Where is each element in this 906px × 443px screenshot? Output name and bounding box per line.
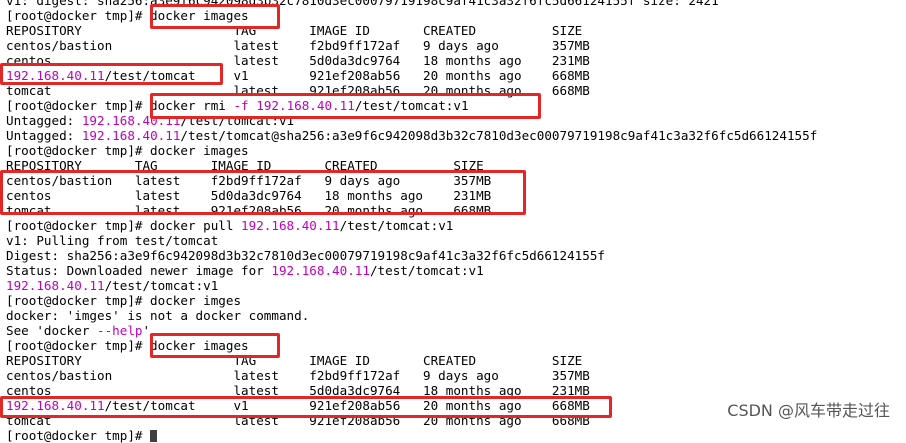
terminal-line: [root@docker tmp]# — [6, 428, 904, 443]
terminal-line: centos/bastion latest f2bd9ff172af 9 day… — [6, 368, 590, 383]
terminal-line: centos latest 5d0da3dc9764 18 months ago… — [6, 53, 590, 68]
terminal-line: docker: 'imges' is not a docker command. — [6, 308, 310, 323]
terminal-line: centos/bastion latest f2bd9ff172af 9 day… — [6, 173, 492, 188]
terminal-line: Status: Downloaded newer image for 192.1… — [6, 263, 484, 278]
terminal-line: v1: Pulling from test/tomcat — [6, 233, 219, 248]
terminal-line: See 'docker --help' — [6, 323, 151, 338]
terminal-line: REPOSITORY TAG IMAGE ID CREATED SIZE — [6, 158, 484, 173]
terminal-line: [root@docker tmp]# docker imges — [6, 293, 242, 308]
terminal-line: [root@docker tmp]# docker images — [6, 8, 249, 23]
terminal-line: Untagged: 192.168.40.11/test/tomcat:v1 — [6, 113, 295, 128]
terminal-line: [root@docker tmp]# docker rmi -f 192.168… — [6, 98, 469, 113]
terminal-line: centos/bastion latest f2bd9ff172af 9 day… — [6, 38, 590, 53]
terminal-line: Digest: sha256:a3e9f6c942098d3b32c7810d3… — [6, 248, 605, 263]
terminal-line: tomcat latest 921ef208ab56 20 months ago… — [6, 83, 590, 98]
terminal-line: REPOSITORY TAG IMAGE ID CREATED SIZE — [6, 353, 583, 368]
watermark: CSDN @风车带走过往 — [727, 401, 890, 420]
terminal-line: REPOSITORY TAG IMAGE ID CREATED SIZE — [6, 23, 583, 38]
terminal-line: v1: digest: sha256:a3e9f6c942098d3b32c78… — [6, 0, 719, 8]
terminal-line: 192.168.40.11/test/tomcat:v1 — [6, 278, 219, 293]
terminal-output[interactable]: v1: digest: sha256:a3e9f6c942098d3b32c78… — [6, 0, 904, 443]
terminal-line: Untagged: 192.168.40.11/test/tomcat@sha2… — [6, 128, 818, 143]
cursor-icon — [150, 430, 158, 442]
terminal-line: [root@docker tmp]# docker pull 192.168.4… — [6, 218, 454, 233]
terminal-line: [root@docker tmp]# docker images — [6, 143, 249, 158]
terminal-line: centos latest 5d0da3dc9764 18 months ago… — [6, 188, 492, 203]
terminal-line: 192.168.40.11/test/tomcat v1 921ef208ab5… — [6, 68, 590, 83]
terminal-line: centos latest 5d0da3dc9764 18 months ago… — [6, 383, 590, 398]
terminal-line: tomcat latest 921ef208ab56 20 months ago… — [6, 203, 492, 218]
terminal-line: [root@docker tmp]# docker images — [6, 338, 249, 353]
